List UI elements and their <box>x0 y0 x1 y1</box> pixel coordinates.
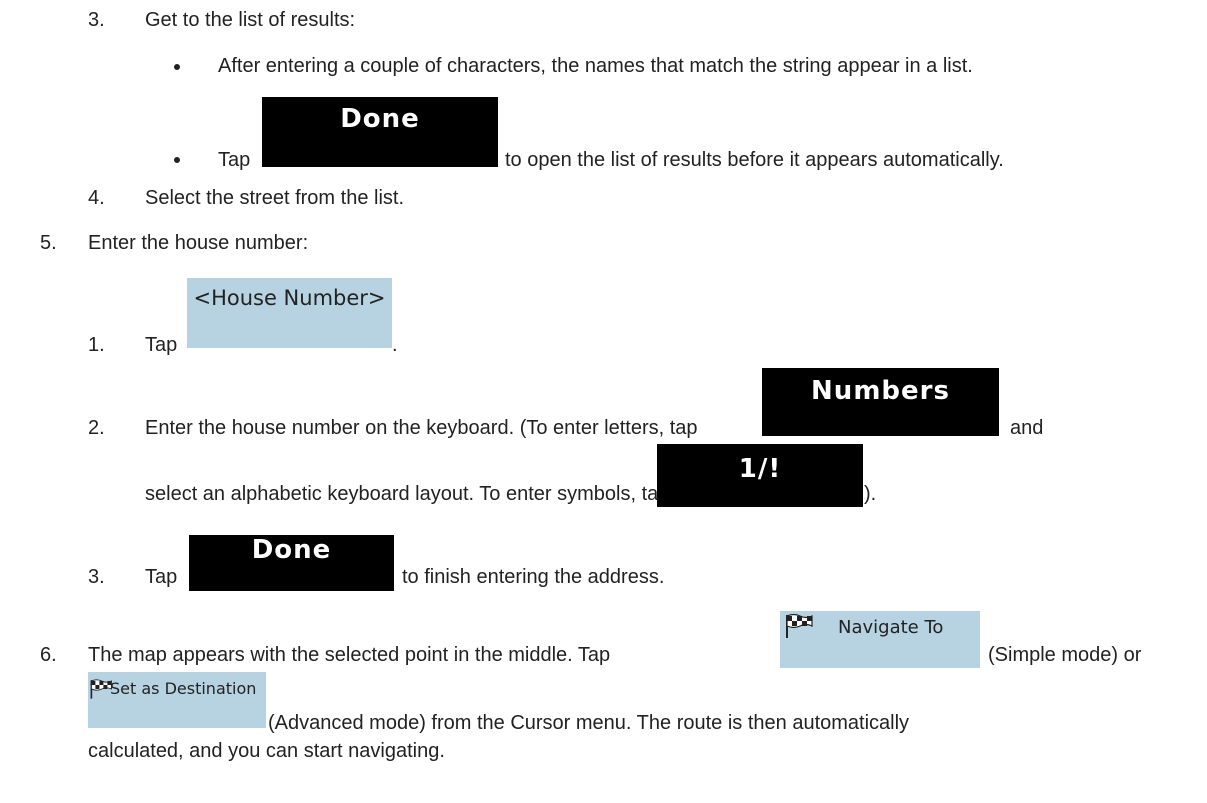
substep-text: and <box>1010 417 1044 439</box>
house-number-button: <House Number> <box>187 278 392 348</box>
step-text: The map appears with the selected point … <box>88 644 611 666</box>
substep-text: select an alphabetic keyboard layout. To… <box>145 483 670 505</box>
step-number: 6. <box>40 644 57 666</box>
symbols-button: 1/! <box>657 444 863 507</box>
substep-text: Tap <box>145 334 178 356</box>
step-text: Get to the list of results: <box>145 9 356 31</box>
step-number: 4. <box>88 187 105 209</box>
step-text: (Advanced mode) from the Cursor menu. Th… <box>268 712 910 734</box>
bullet-text: After entering a couple of characters, t… <box>218 55 973 77</box>
substep-number: 1. <box>88 334 105 356</box>
substep-text: ). <box>864 483 877 505</box>
substep-text: Tap <box>145 566 178 588</box>
numbers-button: Numbers <box>762 368 999 436</box>
bullet-text: Tap <box>218 149 251 171</box>
substep-text: . <box>392 334 398 356</box>
substep-number: 2. <box>88 417 105 439</box>
navigate-to-button: Navigate To <box>780 611 980 668</box>
step-text: calculated, and you can start navigating… <box>88 740 445 762</box>
done-button: Done <box>189 535 394 591</box>
step-text: Select the street from the list. <box>145 187 404 209</box>
set-as-destination-button: Set as Destination <box>88 672 266 728</box>
bullet-dot <box>174 157 180 163</box>
navigate-to-label: Navigate To <box>838 617 944 638</box>
step-number: 3. <box>88 9 105 31</box>
step-text: Enter the house number: <box>88 232 309 254</box>
substep-text: Enter the house number on the keyboard. … <box>145 417 698 439</box>
set-as-destination-label: Set as Destination <box>110 679 257 698</box>
substep-number: 3. <box>88 566 105 588</box>
checkered-flag-icon <box>784 613 814 644</box>
bullet-dot <box>174 64 180 70</box>
step-text: (Simple mode) or <box>988 644 1142 666</box>
step-number: 5. <box>40 232 57 254</box>
substep-text: to finish entering the address. <box>402 566 665 588</box>
bullet-text: to open the list of results before it ap… <box>505 149 1004 171</box>
done-button: Done <box>262 97 498 167</box>
